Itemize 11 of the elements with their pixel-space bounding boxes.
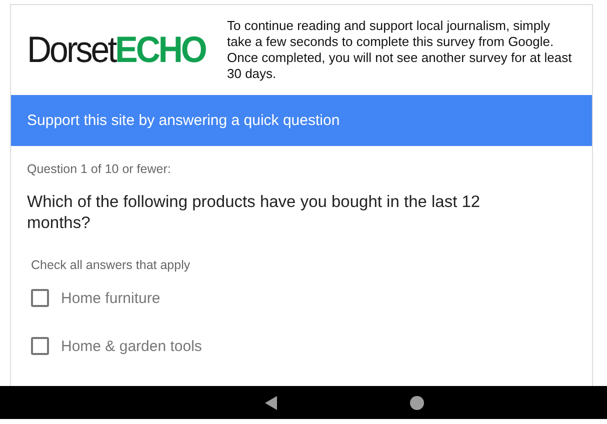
hint-text: Check all answers that apply xyxy=(31,258,192,272)
intro-text: To continue reading and support local journalism, simply take a few seconds to complete this survey from Google. Once completed, you will not see another survey for at least 30 days. xyxy=(227,18,573,82)
banner: Support this site by answering a quick question xyxy=(11,95,592,146)
option-label[interactable]: Home & garden tools xyxy=(61,338,202,354)
home-button[interactable] xyxy=(408,394,424,410)
logo: DorsetECHO xyxy=(27,28,207,72)
question-text: Which of the following products have you bought in the last 12 months? xyxy=(27,192,482,234)
option-label[interactable]: Home furniture xyxy=(61,290,160,306)
checkbox[interactable] xyxy=(31,337,49,355)
checkbox[interactable] xyxy=(31,289,49,307)
back-button[interactable] xyxy=(262,394,278,410)
